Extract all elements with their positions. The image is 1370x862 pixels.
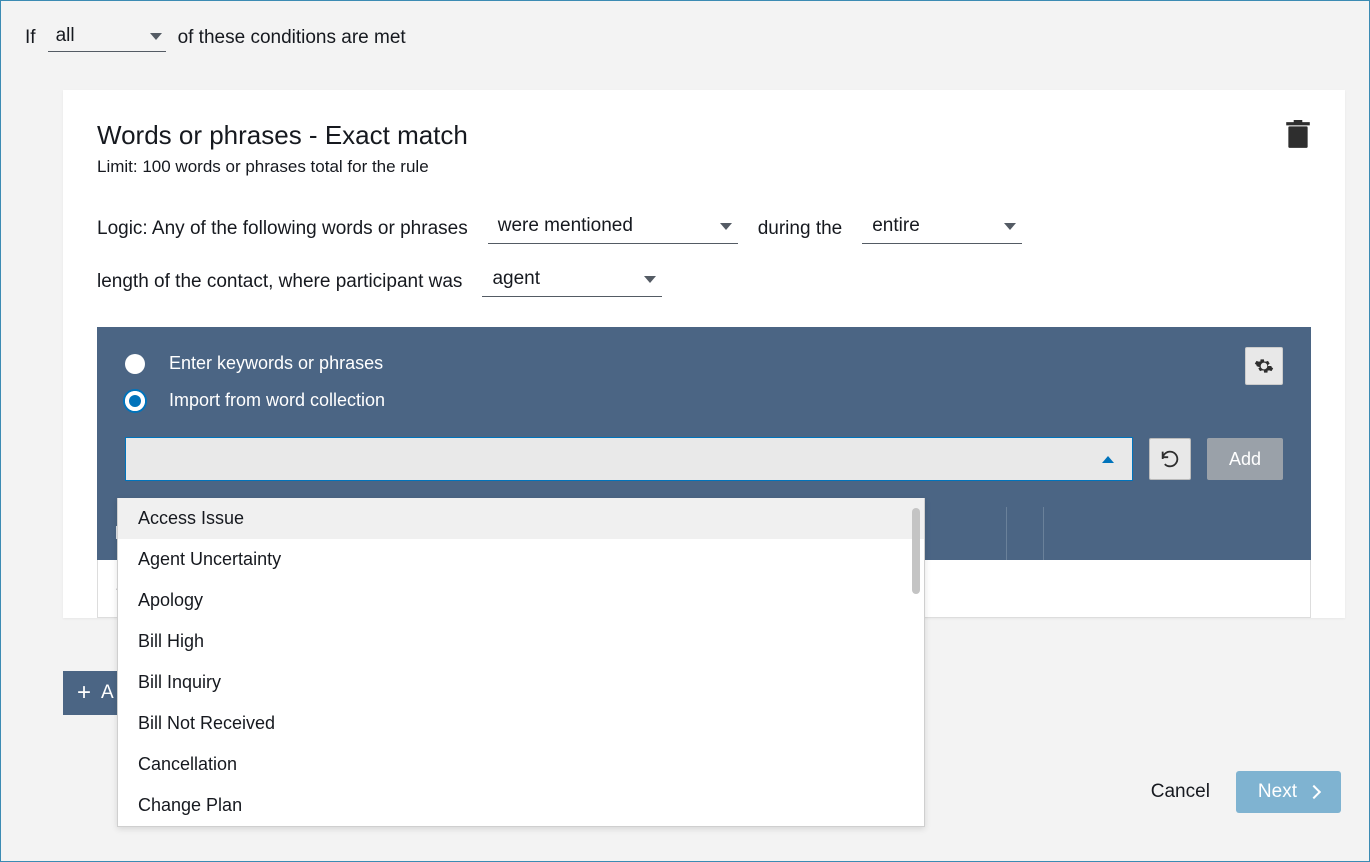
during-text: during the (758, 218, 843, 240)
participant-select[interactable]: agent (482, 266, 662, 297)
plus-icon: + (77, 681, 91, 705)
cancel-button[interactable]: Cancel (1151, 781, 1210, 803)
col-actions (1044, 507, 1311, 560)
word-collection-dropdown[interactable]: Access Issue Agent Uncertainty Apology B… (117, 498, 925, 827)
condition-suffix: of these conditions are met (178, 27, 406, 49)
participant-value: agent (492, 268, 540, 290)
condition-quantifier-value: all (56, 25, 75, 47)
chevron-down-icon (150, 33, 162, 40)
col-source (1007, 507, 1044, 560)
rules-editor-page: If all of these conditions are met Words… (1, 1, 1369, 861)
collection-select-row: Add (125, 437, 1283, 481)
mention-value: were mentioned (498, 215, 633, 237)
dropdown-option[interactable]: Agent Uncertainty (118, 539, 924, 580)
dropdown-option[interactable]: Bill Inquiry (118, 662, 924, 703)
wizard-footer: Cancel Next (1151, 771, 1341, 813)
dropdown-option[interactable]: Bill High (118, 621, 924, 662)
logic-row-1: Logic: Any of the following words or phr… (97, 213, 1311, 244)
logic-prefix: Logic: Any of the following words or phr… (97, 218, 468, 240)
dropdown-option[interactable]: Change Plan (118, 785, 924, 826)
logic-row-2: length of the contact, where participant… (97, 266, 1311, 297)
dropdown-option[interactable]: Bill Not Received (118, 703, 924, 744)
chevron-down-icon (720, 223, 732, 230)
radio-import-collection[interactable]: Import from word collection (125, 390, 1283, 411)
trash-icon (1285, 120, 1311, 150)
scope-select[interactable]: entire (862, 213, 1022, 244)
refresh-button[interactable] (1149, 438, 1191, 480)
gear-icon (1254, 356, 1274, 376)
delete-rule-button[interactable] (1285, 120, 1311, 150)
refresh-icon (1159, 448, 1181, 470)
keywords-panel: Enter keywords or phrases Import from wo… (97, 327, 1311, 507)
chevron-right-icon (1307, 785, 1321, 799)
mention-select[interactable]: were mentioned (488, 213, 738, 244)
condition-line: If all of these conditions are met (25, 23, 1345, 52)
length-text: length of the contact, where participant… (97, 271, 462, 293)
radio-import-label: Import from word collection (169, 390, 385, 411)
scope-value: entire (872, 215, 920, 237)
dropdown-option[interactable]: Access Issue (118, 498, 924, 539)
condition-prefix: If (25, 27, 36, 49)
add-collection-button[interactable]: Add (1207, 438, 1283, 480)
card-subtitle: Limit: 100 words or phrases total for th… (97, 157, 1311, 177)
chevron-down-icon (644, 276, 656, 283)
word-collection-select[interactable] (125, 437, 1133, 481)
radio-enter-label: Enter keywords or phrases (169, 353, 383, 374)
next-label: Next (1258, 781, 1297, 803)
radio-icon (125, 354, 145, 374)
dropdown-option[interactable]: Apology (118, 580, 924, 621)
dropdown-option[interactable]: Cancellation (118, 744, 924, 785)
radio-enter-keywords[interactable]: Enter keywords or phrases (125, 353, 1283, 374)
scrollbar[interactable] (912, 508, 920, 594)
condition-quantifier-select[interactable]: all (48, 23, 166, 52)
panel-settings-button[interactable] (1245, 347, 1283, 385)
chevron-up-icon (1102, 456, 1114, 463)
chevron-down-icon (1004, 223, 1016, 230)
card-title: Words or phrases - Exact match (97, 120, 1311, 151)
radio-icon-selected (125, 391, 145, 411)
next-button[interactable]: Next (1236, 771, 1341, 813)
add-condition-label-visible: A (101, 682, 114, 704)
